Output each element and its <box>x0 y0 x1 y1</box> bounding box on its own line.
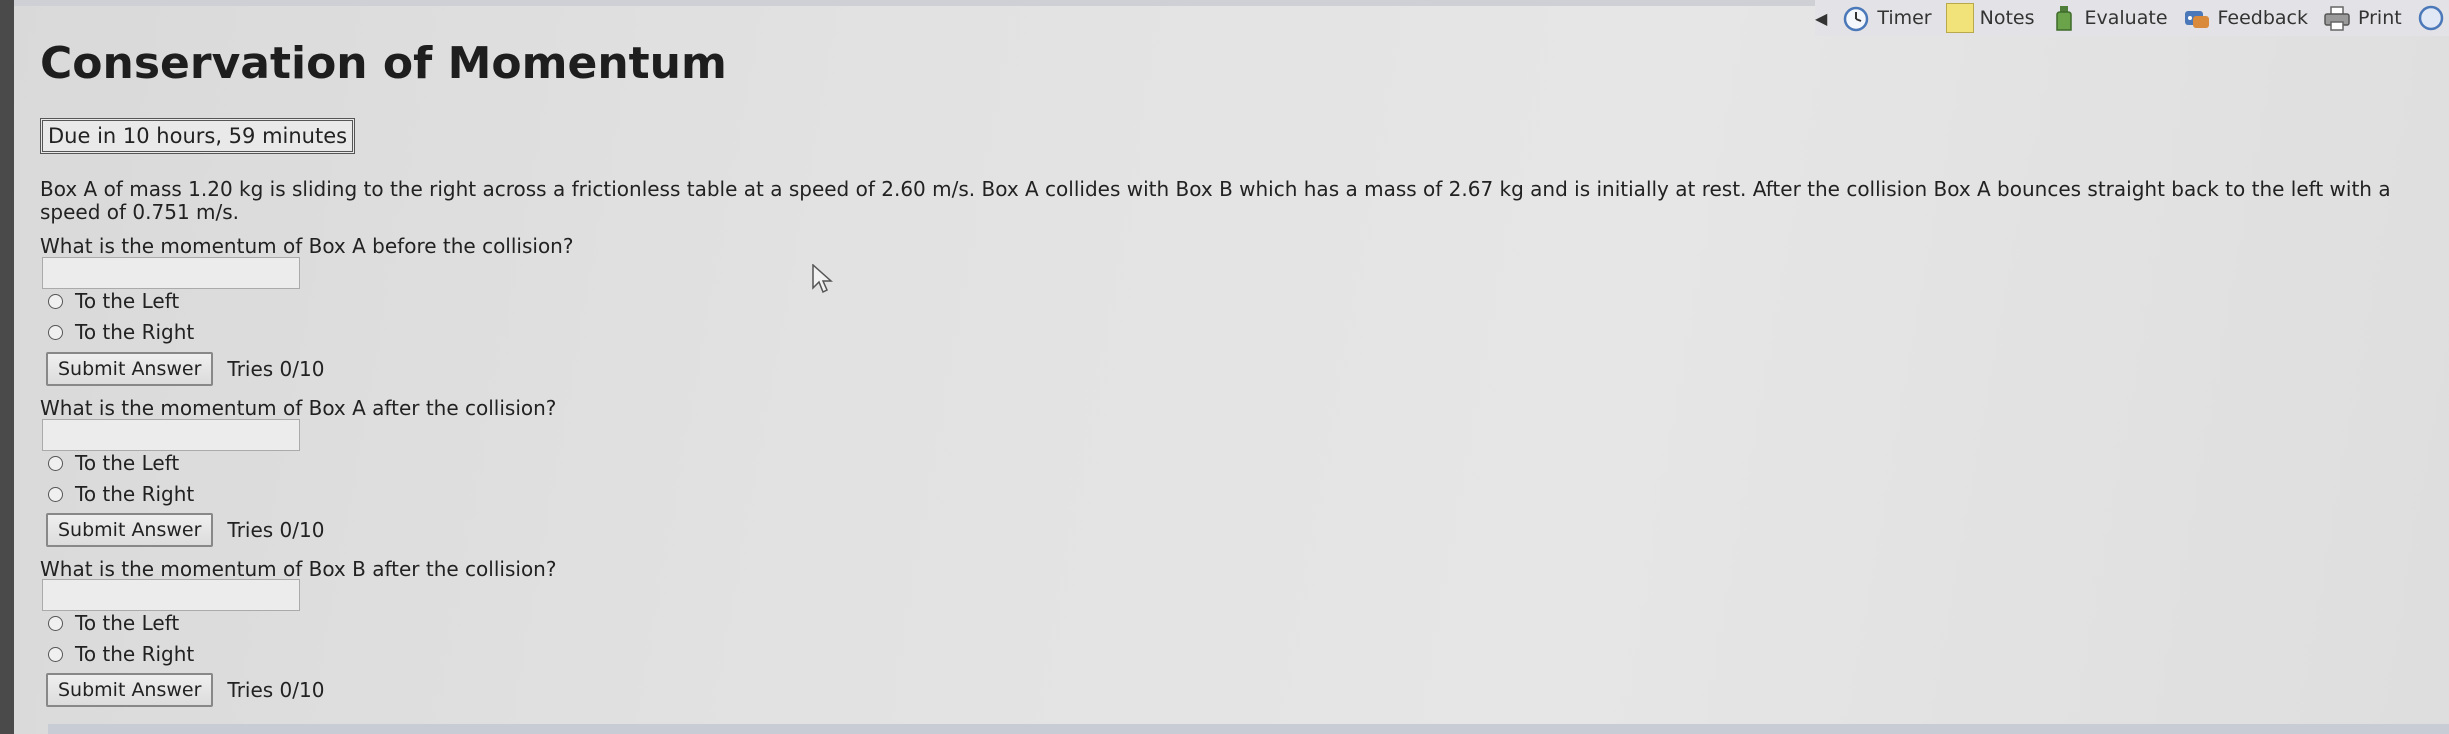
question-3-submit-row: Submit Answer Tries 0/10 <box>46 673 324 707</box>
bottle-icon <box>2055 6 2072 31</box>
timer-label: Timer <box>1877 7 1932 29</box>
notes-button[interactable]: Notes <box>1945 3 2035 33</box>
mouse-cursor-icon <box>812 264 833 294</box>
option-label: To the Right <box>75 482 195 506</box>
help-icon[interactable] <box>2416 3 2446 33</box>
radio-button[interactable] <box>48 293 63 309</box>
radio-button[interactable] <box>48 486 63 502</box>
print-button[interactable]: Print <box>2322 3 2402 33</box>
option-label: To the Left <box>75 451 180 475</box>
question-1-tries: Tries 0/10 <box>227 357 325 381</box>
question-3-option-left[interactable]: To the Left <box>48 611 179 635</box>
timer-button[interactable]: Timer <box>1841 3 1932 33</box>
clock-icon <box>1844 6 1869 32</box>
radio-button[interactable] <box>48 615 63 631</box>
screen-bezel <box>0 0 14 734</box>
evaluate-button[interactable]: Evaluate <box>2049 3 2168 33</box>
question-1-submit-button[interactable]: Submit Answer <box>46 352 214 386</box>
question-1-option-right[interactable]: To the Right <box>48 320 194 344</box>
option-label: To the Right <box>75 320 195 344</box>
feedback-label: Feedback <box>2217 7 2308 29</box>
question-3-answer-input[interactable] <box>42 579 300 611</box>
radio-button[interactable] <box>48 324 63 340</box>
printer-icon <box>2324 6 2350 31</box>
page-title: Conservation of Momentum <box>40 38 727 89</box>
radio-button[interactable] <box>48 455 63 471</box>
question-2-submit-row: Submit Answer Tries 0/10 <box>46 513 324 547</box>
feedback-icon <box>2184 11 2209 28</box>
print-label: Print <box>2358 7 2402 29</box>
question-1-option-left[interactable]: To the Left <box>48 289 179 313</box>
question-2-option-left[interactable]: To the Left <box>48 451 179 475</box>
question-2-option-right[interactable]: To the Right <box>48 482 194 506</box>
notes-icon <box>1945 3 1974 33</box>
radio-button[interactable] <box>48 646 63 662</box>
problem-statement: Box A of mass 1.20 kg is sliding to the … <box>40 177 2391 224</box>
question-3-option-right[interactable]: To the Right <box>48 642 194 666</box>
question-2-prompt: What is the momentum of Box A after the … <box>40 396 557 420</box>
option-label: To the Left <box>75 289 180 313</box>
question-2-answer-input[interactable] <box>42 419 300 451</box>
question-1-prompt: What is the momentum of Box A before the… <box>40 234 574 258</box>
question-2-submit-button[interactable]: Submit Answer <box>46 513 214 547</box>
question-2-tries: Tries 0/10 <box>227 518 325 542</box>
question-3-submit-button[interactable]: Submit Answer <box>46 673 214 707</box>
question-1-answer-input[interactable] <box>42 257 300 289</box>
evaluate-label: Evaluate <box>2084 7 2168 29</box>
feedback-button[interactable]: Feedback <box>2182 3 2308 33</box>
notes-label: Notes <box>1979 7 2035 29</box>
question-1-submit-row: Submit Answer Tries 0/10 <box>46 352 324 386</box>
option-label: To the Left <box>75 611 180 635</box>
question-3-prompt: What is the momentum of Box B after the … <box>40 557 557 581</box>
due-badge: Due in 10 hours, 59 minutes <box>40 118 356 154</box>
question-3-tries: Tries 0/10 <box>227 678 325 702</box>
bottom-bar <box>48 724 2449 734</box>
toolbar: ◀ Timer Notes Evaluate Feedback Print <box>1815 0 2449 36</box>
due-text: Due in 10 hours, 59 minutes <box>48 124 348 148</box>
option-label: To the Right <box>75 642 195 666</box>
collapse-arrow-icon[interactable]: ◀ <box>1815 9 1827 28</box>
